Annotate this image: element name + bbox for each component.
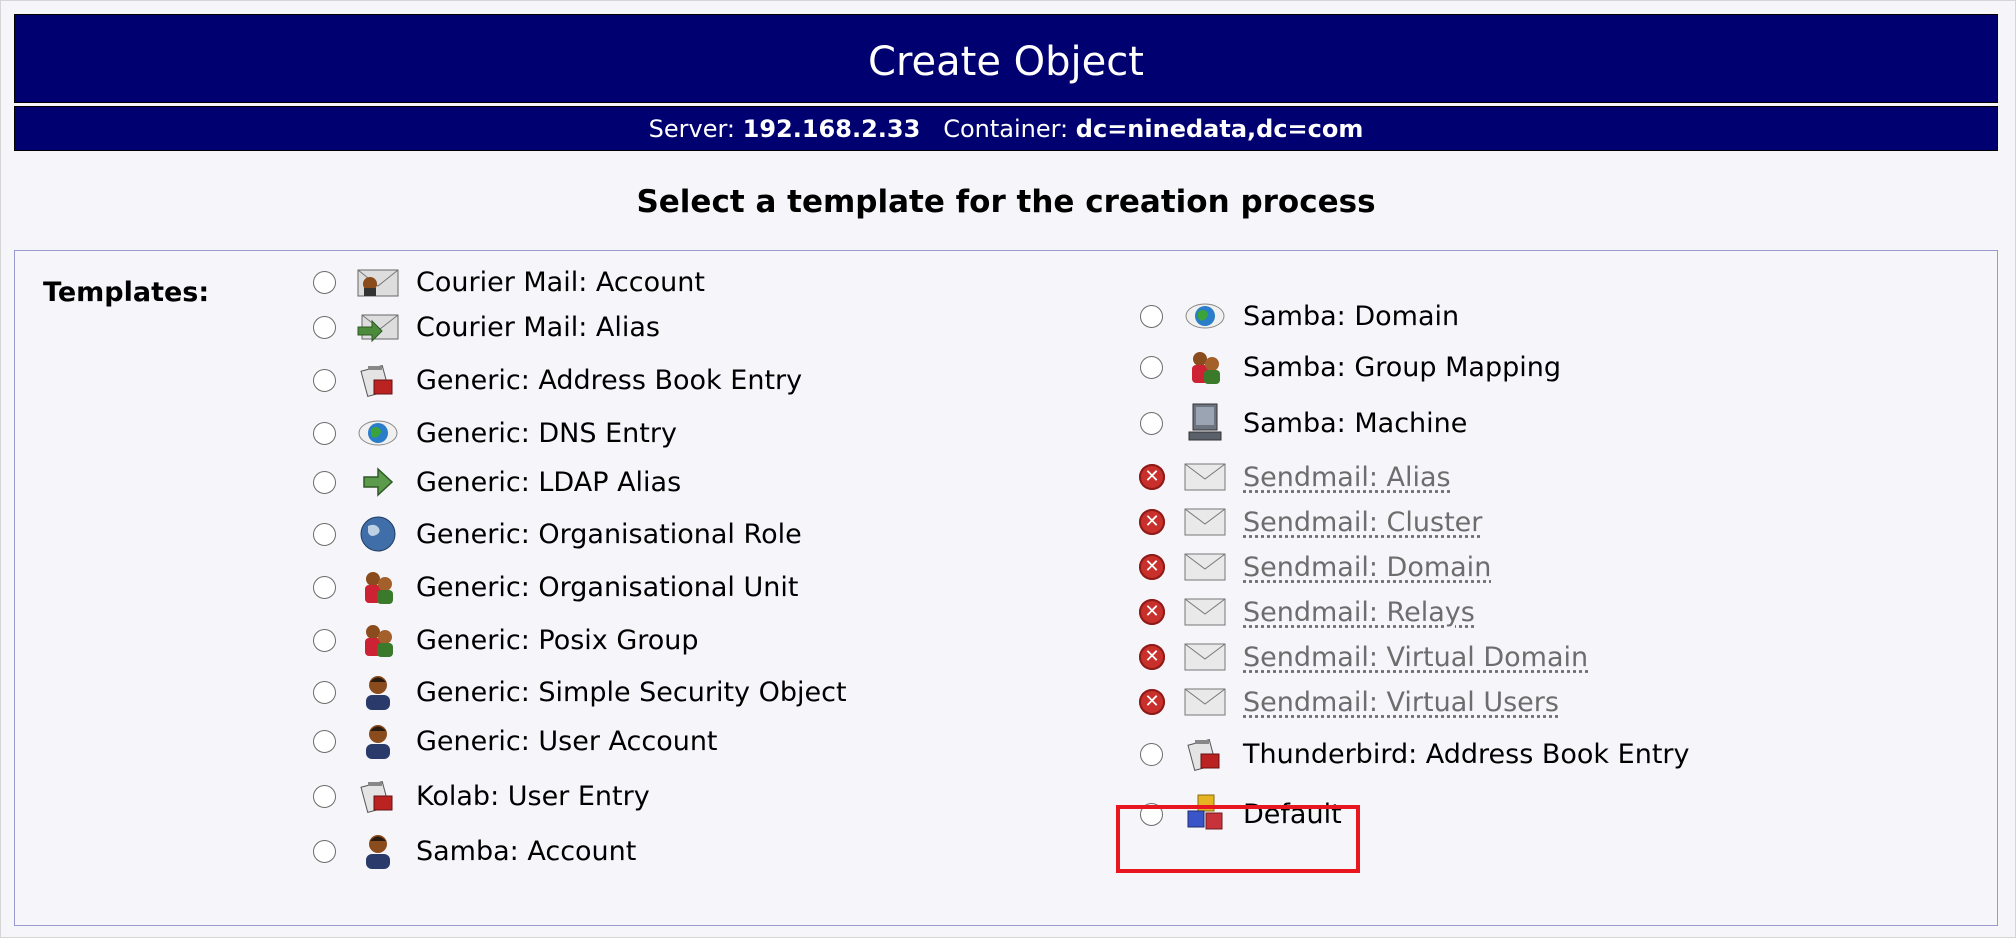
template-radio[interactable] [1140, 411, 1163, 435]
template-label: Generic: Organisational Unit [416, 571, 799, 603]
envelope-icon [1183, 500, 1227, 544]
template-option[interactable]: Generic: DNS Entry [313, 411, 677, 455]
unavailable-icon: ✕ [1139, 509, 1165, 535]
template-label: Generic: Address Book Entry [416, 364, 803, 396]
envelope-icon [1183, 680, 1227, 724]
template-option-disabled: ✕ Sendmail: Virtual Domain [1139, 635, 1588, 679]
template-option[interactable]: Samba: Account [313, 829, 636, 873]
default-highlight-box [1116, 805, 1360, 873]
arrow-right-icon [356, 460, 400, 504]
server-info-bar: Server: 192.168.2.33 Container: dc=nined… [14, 106, 1998, 151]
computer-icon [1183, 401, 1227, 445]
template-label: Generic: Simple Security Object [416, 676, 847, 708]
template-radio[interactable] [313, 729, 336, 753]
template-label: Thunderbird: Address Book Entry [1243, 738, 1690, 770]
template-radio[interactable] [313, 839, 336, 863]
template-radio[interactable] [1140, 304, 1163, 328]
template-option[interactable]: Generic: Address Book Entry [313, 358, 802, 402]
globe-icon [356, 512, 400, 556]
template-label: Samba: Domain [1243, 300, 1460, 332]
template-label: Generic: Posix Group [416, 624, 699, 656]
template-label[interactable]: Sendmail: Alias [1243, 462, 1451, 493]
template-label: Samba: Account [416, 835, 637, 867]
group-icon [356, 618, 400, 662]
envelope-icon [1183, 635, 1227, 679]
template-label: Generic: Organisational Role [416, 518, 802, 550]
template-radio[interactable] [313, 784, 336, 808]
template-label[interactable]: Sendmail: Virtual Users [1243, 687, 1559, 718]
template-label: Courier Mail: Alias [416, 311, 660, 343]
template-option-disabled: ✕ Sendmail: Alias [1139, 455, 1451, 499]
template-label: Generic: LDAP Alias [416, 466, 682, 498]
envelope-icon [1183, 545, 1227, 589]
dns-icon [356, 411, 400, 455]
template-label[interactable]: Sendmail: Virtual Domain [1243, 642, 1588, 673]
address-book-icon [356, 358, 400, 402]
unavailable-icon: ✕ [1139, 689, 1165, 715]
template-option-disabled: ✕ Sendmail: Domain [1139, 545, 1491, 589]
template-radio[interactable] [313, 421, 336, 445]
template-radio[interactable] [313, 575, 336, 599]
template-option-disabled: ✕ Sendmail: Virtual Users [1139, 680, 1559, 724]
template-label: Generic: DNS Entry [416, 417, 677, 449]
unavailable-icon: ✕ [1139, 464, 1165, 490]
template-radio[interactable] [1140, 742, 1163, 766]
template-option[interactable]: Samba: Group Mapping [1140, 345, 1561, 389]
template-option[interactable]: Courier Mail: Account [313, 260, 705, 304]
template-radio[interactable] [313, 522, 336, 546]
template-option[interactable]: Courier Mail: Alias [313, 305, 660, 349]
template-label: Samba: Machine [1243, 407, 1468, 439]
template-label: Courier Mail: Account [416, 266, 705, 298]
group-icon [1183, 345, 1227, 389]
template-label[interactable]: Sendmail: Domain [1243, 552, 1491, 583]
mail-account-icon [356, 260, 400, 304]
template-radio[interactable] [313, 270, 336, 294]
unavailable-icon: ✕ [1139, 599, 1165, 625]
template-radio[interactable] [313, 315, 336, 339]
group-icon [356, 565, 400, 609]
container-label: Container: [943, 115, 1069, 143]
template-label[interactable]: Sendmail: Cluster [1243, 507, 1482, 538]
template-radio[interactable] [313, 470, 336, 494]
envelope-icon [1183, 455, 1227, 499]
template-option[interactable]: Generic: LDAP Alias [313, 460, 681, 504]
template-option[interactable]: Generic: Organisational Unit [313, 565, 798, 609]
template-radio[interactable] [313, 680, 336, 704]
container-value: dc=ninedata,dc=com [1075, 115, 1364, 143]
template-option[interactable]: Generic: Organisational Role [313, 512, 802, 556]
unavailable-icon: ✕ [1139, 644, 1165, 670]
template-label[interactable]: Sendmail: Relays [1243, 597, 1475, 628]
address-book-icon [1183, 732, 1227, 776]
template-label: Samba: Group Mapping [1243, 351, 1562, 383]
templates-label: Templates: [43, 277, 210, 308]
template-option-disabled: ✕ Sendmail: Cluster [1139, 500, 1482, 544]
template-option[interactable]: Thunderbird: Address Book Entry [1140, 732, 1690, 776]
template-radio[interactable] [313, 368, 336, 392]
user-icon [356, 829, 400, 873]
dns-icon [1183, 294, 1227, 338]
template-label: Generic: User Account [416, 725, 718, 757]
template-label: Kolab: User Entry [416, 780, 650, 812]
template-option[interactable]: Samba: Domain [1140, 294, 1459, 338]
template-radio[interactable] [313, 628, 336, 652]
user-icon [356, 670, 400, 714]
server-label: Server: [648, 115, 735, 143]
mail-alias-icon [356, 305, 400, 349]
envelope-icon [1183, 590, 1227, 634]
section-heading: Select a template for the creation proce… [636, 184, 1376, 220]
unavailable-icon: ✕ [1139, 554, 1165, 580]
page-title: Create Object [14, 14, 1998, 103]
address-book-icon [356, 774, 400, 818]
server-value: 192.168.2.33 [742, 115, 921, 143]
template-option[interactable]: Kolab: User Entry [313, 774, 650, 818]
template-radio[interactable] [1140, 355, 1163, 379]
template-option[interactable]: Samba: Machine [1140, 401, 1467, 445]
template-option[interactable]: Generic: User Account [313, 719, 718, 763]
template-option-disabled: ✕ Sendmail: Relays [1139, 590, 1475, 634]
templates-panel: Templates: Courier Mail: Account Courier… [14, 250, 1998, 926]
user-icon [356, 719, 400, 763]
template-option[interactable]: Generic: Simple Security Object [313, 670, 847, 714]
template-option[interactable]: Generic: Posix Group [313, 618, 699, 662]
